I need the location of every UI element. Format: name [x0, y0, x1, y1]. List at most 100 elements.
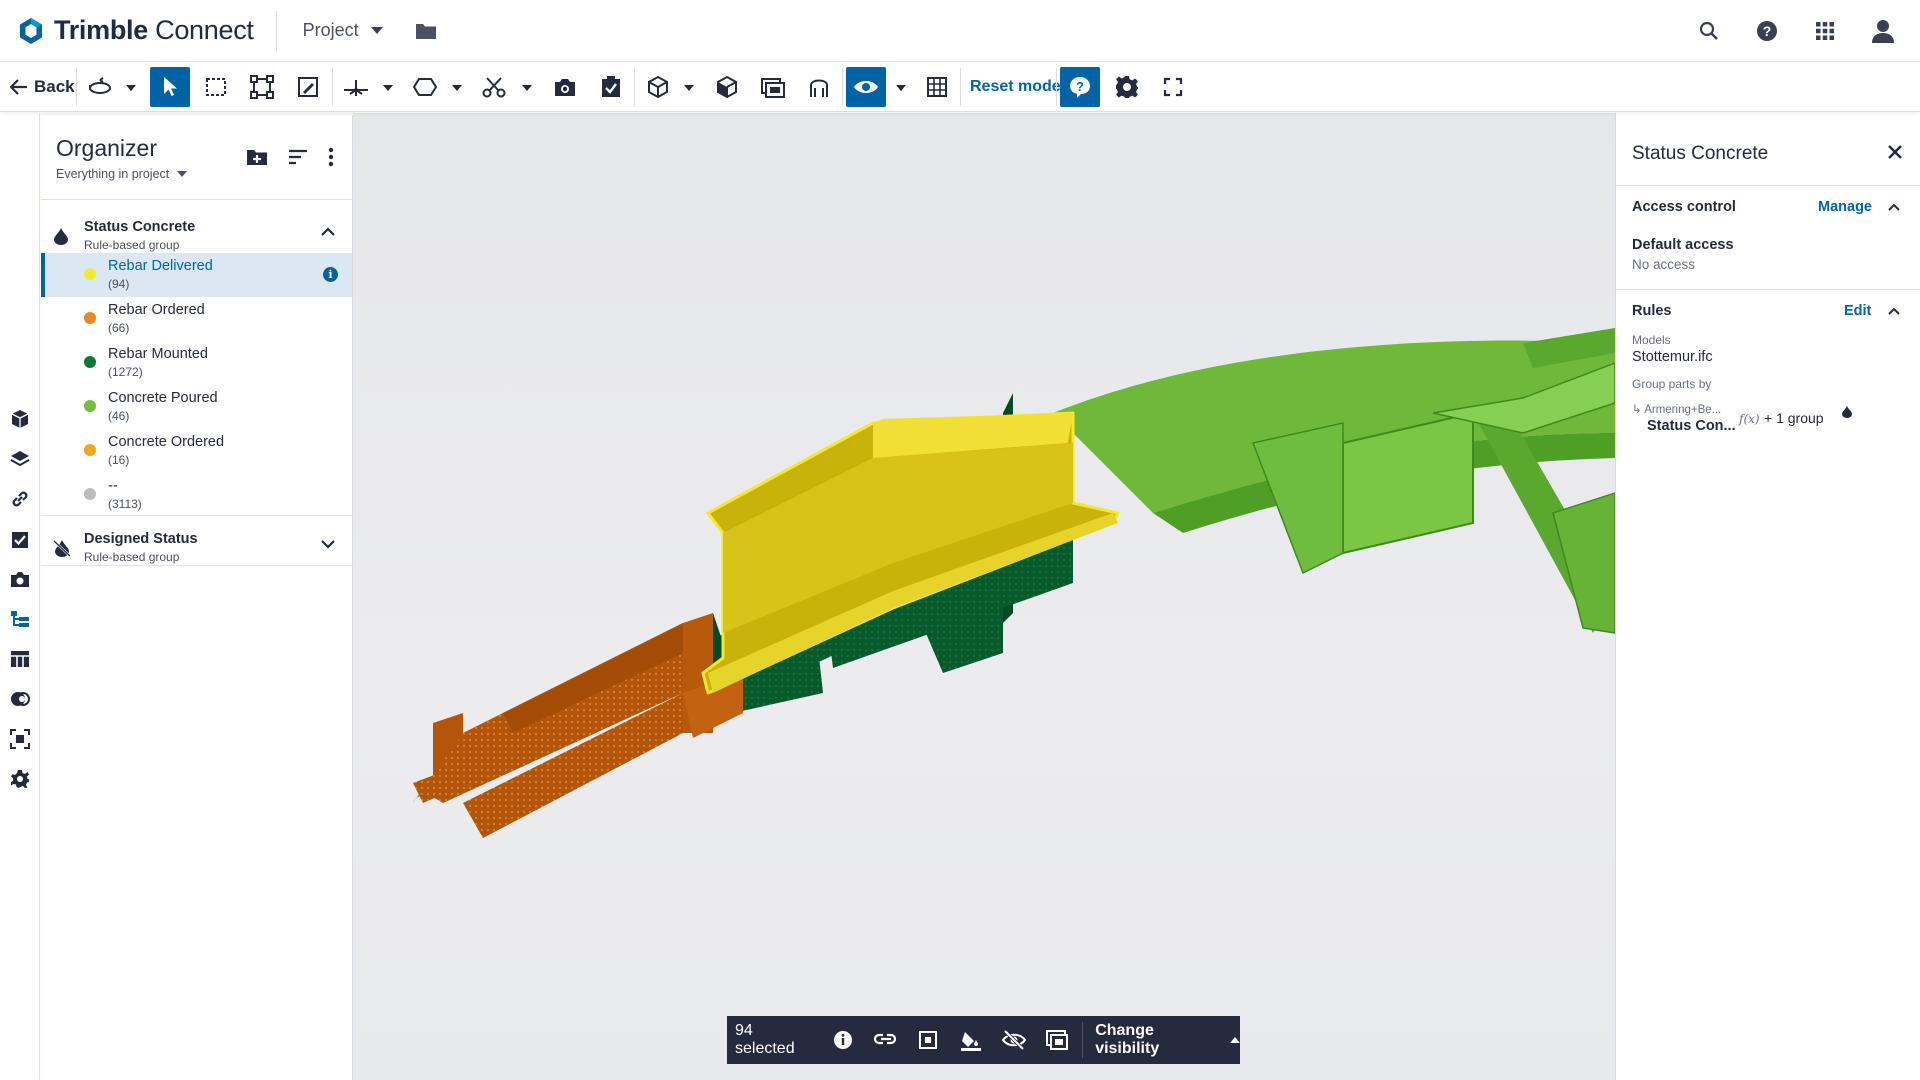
project-menu[interactable]: Project [303, 20, 383, 41]
marquee-select-icon [206, 78, 226, 96]
section-box-button[interactable] [707, 67, 747, 107]
hide-objects-button[interactable] [997, 1023, 1031, 1057]
organizer-nav-icon[interactable] [8, 607, 32, 631]
view-cube-button[interactable] [638, 67, 678, 107]
isolate-objects-button[interactable] [1040, 1023, 1074, 1057]
group-item-rebar-mounted[interactable]: Rebar Mounted (1272) [41, 341, 352, 385]
access-control-heading: Access control [1632, 199, 1736, 215]
measure-caret-icon[interactable] [383, 85, 393, 91]
droplet-icon [1842, 406, 1852, 418]
arch-icon [810, 79, 828, 97]
visibility-caret-icon[interactable] [896, 85, 906, 91]
change-visibility-button[interactable]: Change visibility [1095, 1022, 1240, 1058]
clash-nav-icon[interactable] [8, 687, 32, 711]
item-label: Rebar Ordered [108, 302, 205, 318]
user-avatar-icon[interactable] [1864, 12, 1902, 50]
todo-nav-icon[interactable] [8, 527, 32, 551]
add-folder-icon[interactable] [246, 148, 268, 166]
todo-button[interactable] [591, 67, 631, 107]
fullscreen-button[interactable] [1153, 67, 1193, 107]
droplet-icon [54, 228, 68, 245]
box-select-button[interactable] [196, 67, 236, 107]
group-item-concrete-poured[interactable]: Concrete Poured (46) [41, 385, 352, 429]
fit-to-selection-button[interactable] [912, 1023, 946, 1057]
space-button[interactable] [799, 67, 839, 107]
item-count: (1272) [108, 365, 143, 379]
display-settings-button[interactable] [917, 67, 957, 107]
item-count: (3113) [108, 497, 142, 511]
gear-icon [1116, 76, 1138, 98]
toolbar-divider [842, 68, 843, 106]
snapshot-button[interactable] [545, 67, 585, 107]
transform-button[interactable] [242, 67, 282, 107]
help-tour-button[interactable]: ? [1060, 67, 1100, 107]
caret-down-icon [177, 171, 188, 177]
select-tool-button[interactable] [150, 67, 190, 107]
item-label: Concrete Ordered [108, 434, 225, 450]
color-objects-button[interactable] [954, 1023, 988, 1057]
edit-rules-link[interactable]: Edit [1844, 303, 1871, 319]
more-groups-label[interactable]: + 1 group [1764, 410, 1824, 426]
shape-caret-icon[interactable] [452, 85, 462, 91]
cut-caret-icon[interactable] [522, 85, 532, 91]
link-objects-button[interactable] [869, 1023, 903, 1057]
divider [41, 199, 353, 200]
shape-button[interactable] [405, 67, 445, 107]
function-label: f(x) [1739, 412, 1760, 426]
object-info-button[interactable] [826, 1023, 860, 1057]
group-title: Status Concrete [84, 219, 196, 235]
folder-icon[interactable] [415, 22, 437, 40]
model-render[interactable] [353, 113, 1615, 1080]
default-access-label: Default access [1632, 237, 1734, 253]
measure-button[interactable] [336, 67, 376, 107]
concrete-poured-structure[interactable] [1053, 328, 1615, 634]
info-icon [833, 1031, 852, 1049]
color-dot [84, 444, 96, 456]
chevron-up-icon[interactable] [1888, 307, 1900, 315]
search-icon[interactable] [1690, 12, 1728, 50]
help-icon[interactable]: ? [1748, 12, 1786, 50]
models-nav-icon[interactable] [8, 407, 32, 431]
link-nav-icon[interactable] [8, 487, 32, 511]
layers-nav-icon[interactable] [8, 447, 32, 471]
details-title: Status Concrete [1632, 143, 1769, 164]
group-item-concrete-ordered[interactable]: Concrete Ordered (16) [41, 429, 352, 473]
group-header-designed-status[interactable]: Designed Status Rule-based group [41, 519, 353, 575]
data-table-nav-icon[interactable] [8, 647, 32, 671]
models-value: Stottemur.ifc [1632, 349, 1713, 365]
color-dot [84, 356, 96, 368]
cut-button[interactable] [474, 67, 514, 107]
manage-link[interactable]: Manage [1818, 199, 1872, 215]
apps-grid-icon[interactable] [1806, 12, 1844, 50]
view-cube-caret-icon[interactable] [684, 85, 694, 91]
group-path-text: Armering+Be... [1644, 404, 1722, 416]
group-item-rebar-delivered[interactable]: Rebar Delivered (94) i [41, 253, 352, 297]
close-icon[interactable] [1888, 145, 1902, 159]
views-nav-icon[interactable] [8, 567, 32, 591]
info-icon[interactable]: i [323, 267, 338, 282]
settings-button[interactable] [1107, 67, 1147, 107]
group-item-unassigned[interactable]: -- (3113) [41, 473, 352, 517]
orbit-icon [89, 77, 111, 94]
chevron-up-icon[interactable] [1888, 203, 1900, 211]
back-button[interactable]: Back [10, 67, 75, 107]
orbit-mode-button[interactable] [80, 67, 120, 107]
markup-button[interactable] [288, 67, 328, 107]
orbit-caret-icon[interactable] [126, 85, 136, 91]
sort-icon[interactable] [288, 149, 308, 165]
divider [1616, 289, 1920, 290]
layers-view-button[interactable] [753, 67, 793, 107]
group-item-rebar-ordered[interactable]: Rebar Ordered (66) [41, 297, 352, 341]
selection-count: 94 selected [735, 1022, 795, 1057]
chevron-down-icon[interactable] [321, 539, 335, 549]
chevron-up-icon[interactable] [321, 227, 335, 237]
3d-viewport[interactable] [353, 113, 1615, 1080]
rebar-ordered-structure[interactable] [413, 613, 743, 838]
visibility-button[interactable] [846, 67, 886, 107]
focus-nav-icon[interactable] [8, 727, 32, 751]
extensions-nav-icon[interactable] [8, 767, 32, 791]
scope-dropdown[interactable]: Everything in project [56, 167, 188, 181]
more-vertical-icon[interactable] [328, 147, 334, 167]
arrow-left-icon [10, 79, 27, 95]
brand[interactable]: Trimble Connect [16, 15, 254, 46]
